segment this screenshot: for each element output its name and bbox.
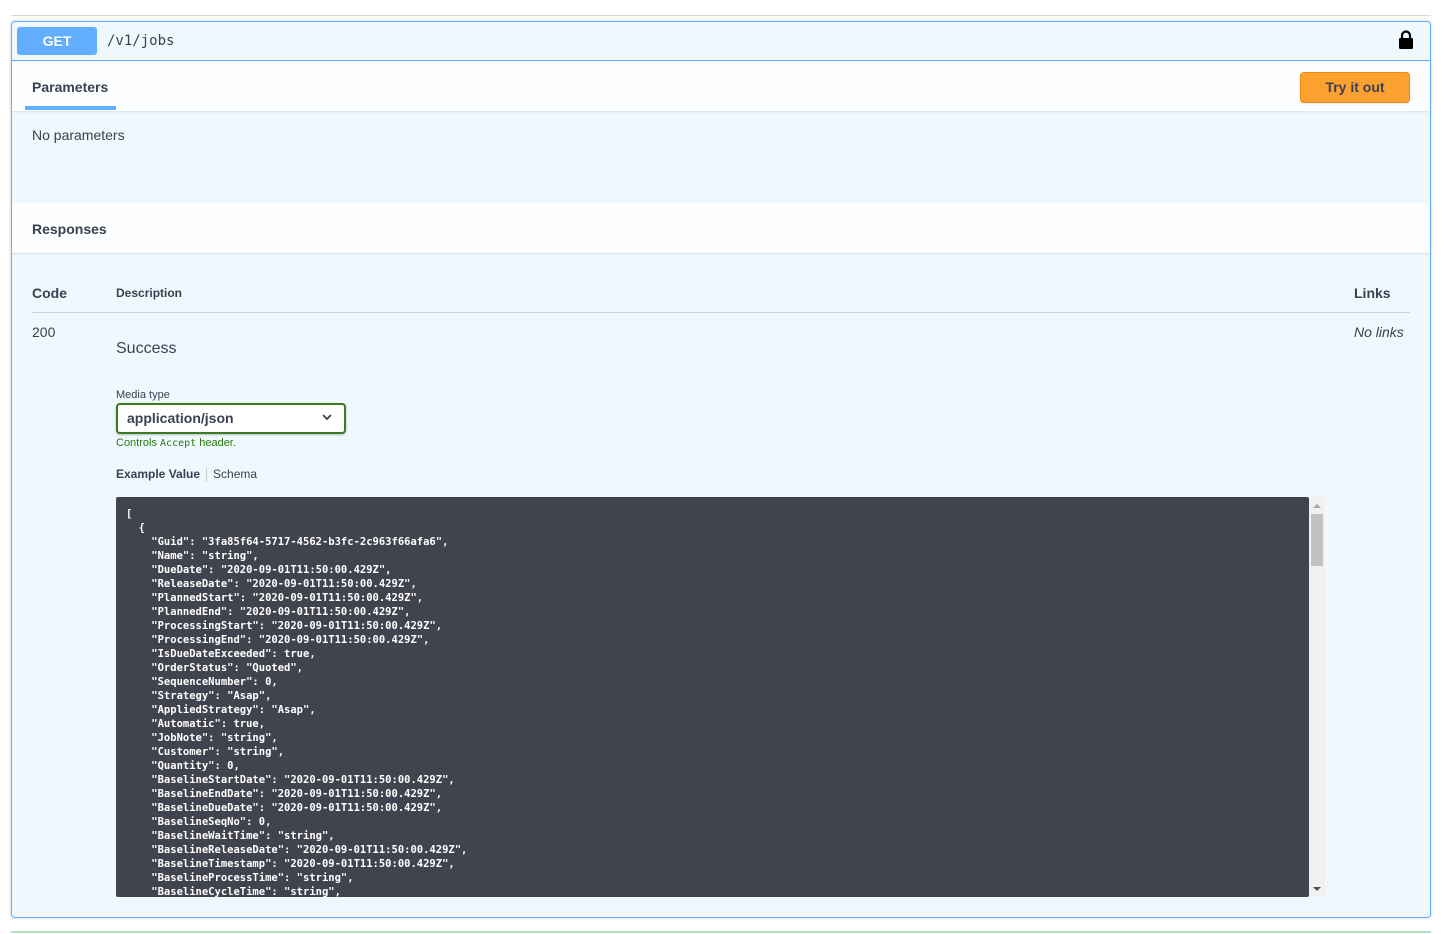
response-links: No links <box>1354 324 1404 340</box>
next-operation-edge <box>11 931 1431 933</box>
responses-title: Responses <box>32 221 107 237</box>
http-method-badge: GET <box>17 27 97 55</box>
controls-suffix: header. <box>199 437 236 449</box>
response-description: Success <box>116 340 177 357</box>
tab-parameters[interactable]: Parameters <box>32 79 108 95</box>
table-divider <box>32 312 1410 313</box>
scroll-up-arrow-icon[interactable] <box>1313 504 1321 508</box>
example-schema-tabs: Example Value Schema <box>116 467 257 482</box>
parameters-header: Parameters Try it out <box>12 62 1430 111</box>
example-json: [ { "Guid": "3fa85f64-5717-4562-b3fc-2c9… <box>126 508 468 897</box>
chevron-down-icon <box>322 414 332 421</box>
responses-header: Responses <box>12 203 1430 253</box>
tab-example-value[interactable]: Example Value <box>116 467 200 481</box>
try-it-out-button[interactable]: Try it out <box>1300 72 1410 103</box>
column-header-code: Code <box>32 285 67 301</box>
tab-schema[interactable]: Schema <box>213 467 257 481</box>
endpoint-path: /v1/jobs <box>107 33 175 49</box>
scrollbar-thumb[interactable] <box>1311 514 1323 566</box>
scroll-down-arrow-icon[interactable] <box>1313 887 1321 891</box>
column-header-links: Links <box>1354 285 1391 301</box>
media-type-label: Media type <box>116 389 170 401</box>
top-divider <box>11 15 1431 16</box>
controls-accept-note: Controls Accept header. <box>116 437 236 449</box>
code-scrollbar[interactable] <box>1309 497 1325 897</box>
response-code: 200 <box>32 324 56 340</box>
operation-block-get-jobs: GET /v1/jobs Parameters Try it out No pa… <box>11 21 1431 918</box>
controls-code: Accept <box>160 438 197 449</box>
media-type-value: application/json <box>127 410 234 426</box>
no-parameters-text: No parameters <box>32 127 125 143</box>
example-value-code-block[interactable]: [ { "Guid": "3fa85f64-5717-4562-b3fc-2c9… <box>116 497 1309 897</box>
tab-active-indicator <box>25 106 116 110</box>
operation-summary[interactable]: GET /v1/jobs <box>12 22 1430 61</box>
media-type-select[interactable]: application/json <box>116 403 346 434</box>
column-header-description: Description <box>116 286 183 300</box>
controls-prefix: Controls <box>116 437 157 449</box>
tab-separator <box>206 467 208 482</box>
lock-icon[interactable] <box>1398 30 1414 50</box>
